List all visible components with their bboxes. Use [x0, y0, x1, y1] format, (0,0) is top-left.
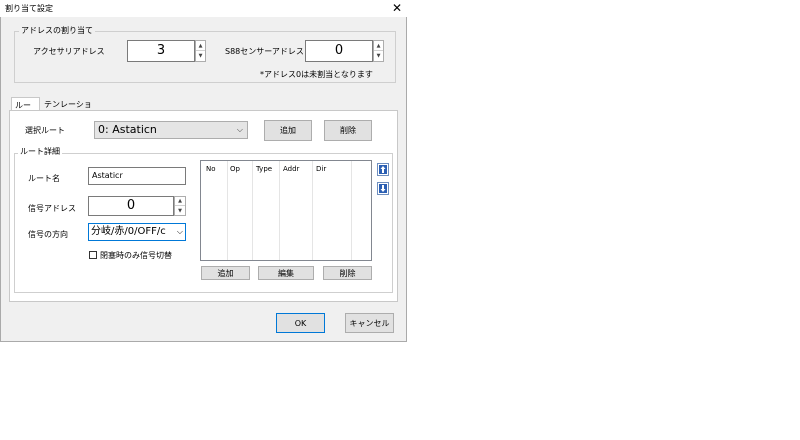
- chevron-down-icon: ⌵: [236, 125, 243, 134]
- step-add-button[interactable]: 追加: [201, 266, 250, 280]
- step-delete-button[interactable]: 削除: [323, 266, 372, 280]
- signal-direction-dropdown[interactable]: 分岐/赤/0/OFF/c ⌵: [88, 223, 186, 241]
- accessory-address-input[interactable]: 3: [127, 40, 195, 62]
- window-title: 割り当て設定: [5, 4, 53, 13]
- column-header-addr[interactable]: Addr: [283, 165, 299, 173]
- signal-address-input[interactable]: 0: [88, 196, 174, 216]
- route-name-label: ルート名: [28, 174, 60, 183]
- step-edit-button[interactable]: 編集: [258, 266, 314, 280]
- ok-button[interactable]: OK: [276, 313, 325, 333]
- signal-direction-label: 信号の方向: [28, 230, 68, 239]
- signal-address-stepper[interactable]: ▲ ▼: [174, 196, 186, 216]
- route-add-button[interactable]: 追加: [264, 120, 312, 141]
- signal-switch-checkbox-label: 閉塞時のみ信号切替: [100, 251, 172, 260]
- select-route-dropdown[interactable]: 0: Astaticn ⌵: [94, 121, 248, 139]
- route-details-legend: ルート詳細: [18, 146, 62, 157]
- arrow-down-icon: [379, 184, 387, 193]
- stepper-up-icon[interactable]: ▲: [196, 41, 205, 51]
- stepper-down-icon[interactable]: ▼: [374, 51, 383, 61]
- signal-direction-value: 分岐/赤/0/OFF/c: [91, 226, 166, 237]
- move-down-button[interactable]: [377, 182, 389, 195]
- cancel-button[interactable]: キャンセル: [345, 313, 394, 333]
- column-header-op[interactable]: Op: [230, 165, 240, 173]
- tab-route[interactable]: ルート: [11, 97, 40, 121]
- stepper-down-icon[interactable]: ▼: [175, 206, 185, 215]
- select-route-value: 0: Astaticn: [98, 123, 157, 136]
- route-delete-button[interactable]: 削除: [324, 120, 372, 141]
- select-route-label: 選択ルート: [25, 126, 65, 135]
- column-header-no[interactable]: No: [206, 165, 216, 173]
- arrow-up-icon: [379, 165, 387, 174]
- accessory-address-stepper[interactable]: ▲ ▼: [195, 40, 206, 62]
- s88-address-label: S88センサーアドレス: [225, 47, 304, 56]
- stepper-up-icon[interactable]: ▲: [374, 41, 383, 51]
- signal-address-label: 信号アドレス: [28, 204, 76, 213]
- chevron-down-icon: ⌵: [176, 224, 183, 240]
- s88-address-stepper[interactable]: ▲ ▼: [373, 40, 384, 62]
- address-group-legend: アドレスの割り当て: [19, 25, 95, 36]
- move-up-button[interactable]: [377, 163, 389, 176]
- accessory-address-label: アクセサリアドレス: [33, 47, 105, 56]
- stepper-up-icon[interactable]: ▲: [175, 197, 185, 206]
- close-icon[interactable]: ✕: [392, 1, 402, 15]
- route-name-input[interactable]: Astaticr: [88, 167, 186, 185]
- column-header-dir[interactable]: Dir: [316, 165, 326, 173]
- address-note: *アドレス0は未割当となります: [260, 70, 373, 79]
- route-steps-list[interactable]: No Op Type Addr Dir: [200, 160, 372, 261]
- title-bar: 割り当て設定 ✕: [0, 0, 407, 17]
- s88-address-input[interactable]: 0: [305, 40, 373, 62]
- signal-switch-checkbox[interactable]: [89, 251, 97, 259]
- tab-deceleration[interactable]: テンレーション: [41, 97, 99, 120]
- stepper-down-icon[interactable]: ▼: [196, 51, 205, 61]
- column-header-type[interactable]: Type: [256, 165, 272, 173]
